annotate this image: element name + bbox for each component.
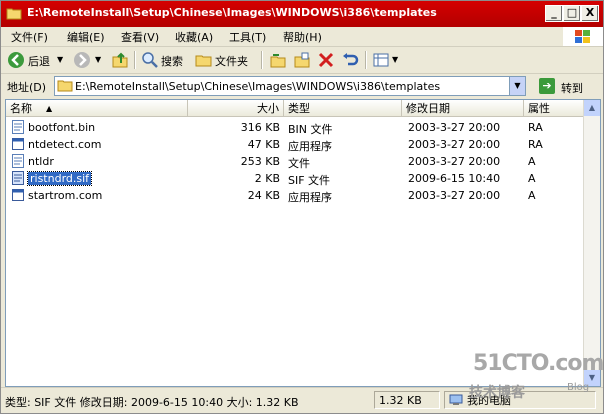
title-bar[interactable]: E:\RemoteInstall\Setup\Chinese\Images\WI… <box>1 1 603 27</box>
vertical-scrollbar[interactable]: ▲ ▼ <box>583 100 600 386</box>
search-icon[interactable] <box>141 51 159 69</box>
copy-to-icon[interactable] <box>293 51 311 69</box>
file-icon <box>12 171 24 185</box>
windows-logo-icon <box>563 27 603 46</box>
watermark-site: 51CTO.com <box>473 351 604 376</box>
menu-help[interactable]: 帮助(H) <box>283 29 322 45</box>
address-value: E:\RemoteInstall\Setup\Chinese\Images\WI… <box>75 80 441 93</box>
file-attr: RA <box>528 121 543 134</box>
back-arrow-icon[interactable] <box>7 51 25 69</box>
file-modified: 2003-3-27 20:00 <box>408 155 501 168</box>
file-type: SIF 文件 <box>288 174 331 187</box>
file-size: 2 KB <box>254 172 280 185</box>
go-arrow-icon: ➔ <box>539 78 555 94</box>
back-dropdown-icon[interactable]: ▼ <box>57 55 63 64</box>
folders-button[interactable]: 文件夹 <box>215 53 248 69</box>
close-button[interactable]: X <box>581 5 599 22</box>
folder-icon <box>6 8 22 20</box>
file-name: bootfont.bin <box>28 121 96 134</box>
toolbar-separator <box>261 51 263 69</box>
file-icon <box>12 154 24 168</box>
toolbar-separator <box>365 51 367 69</box>
column-header-modified[interactable]: 修改日期 <box>402 100 524 117</box>
menu-edit[interactable]: 编辑(E) <box>67 29 105 45</box>
file-type: BIN 文件 <box>288 123 333 136</box>
application-icon <box>12 138 24 150</box>
up-folder-icon[interactable] <box>111 51 129 69</box>
views-icon[interactable] <box>372 51 390 69</box>
go-button[interactable]: ➔ 转到 <box>537 76 597 95</box>
folder-icon <box>57 80 73 92</box>
file-row[interactable]: bootfont.bin 316 KB BIN 文件 2003-3-27 20:… <box>6 119 586 136</box>
scroll-up-icon[interactable]: ▲ <box>584 100 600 116</box>
file-attr: A <box>528 189 536 202</box>
watermark-blog: Blog <box>567 382 590 393</box>
go-label: 转到 <box>561 82 583 95</box>
file-name: ntldr <box>28 155 54 168</box>
file-attr: RA <box>528 138 543 151</box>
window-title: E:\RemoteInstall\Setup\Chinese\Images\WI… <box>27 6 437 19</box>
sort-ascending-icon: ▲ <box>46 104 53 113</box>
minimize-button[interactable]: _ <box>545 5 563 22</box>
column-header-attributes[interactable]: 属性 <box>524 100 584 117</box>
file-attr: A <box>528 155 536 168</box>
file-type: 应用程序 <box>288 140 332 153</box>
file-modified: 2003-3-27 20:00 <box>408 189 501 202</box>
address-label: 地址(D) <box>7 81 47 94</box>
computer-icon <box>449 394 463 405</box>
file-type: 文件 <box>288 157 310 170</box>
menu-favorites[interactable]: 收藏(A) <box>175 29 213 45</box>
menu-view[interactable]: 查看(V) <box>121 29 159 45</box>
file-name: startrom.com <box>28 189 103 202</box>
move-to-icon[interactable] <box>269 51 287 69</box>
status-text: 类型: SIF 文件 修改日期: 2009-6-15 10:40 大小: 1.3… <box>5 396 299 409</box>
file-name: ristndrd.sif <box>26 171 93 186</box>
file-icon <box>12 120 24 134</box>
menu-bar: 文件(F) 编辑(E) 查看(V) 收藏(A) 工具(T) 帮助(H) <box>1 27 603 47</box>
toolbar-separator <box>134 51 136 69</box>
file-row[interactable]: startrom.com 24 KB 应用程序 2003-3-27 20:00 … <box>6 187 586 204</box>
search-button[interactable]: 搜索 <box>161 53 183 69</box>
watermark-slogan: 技术博客 <box>469 385 525 401</box>
file-size: 24 KB <box>247 189 280 202</box>
file-attr: A <box>528 172 536 185</box>
application-icon <box>12 189 24 201</box>
back-button[interactable]: 后退 <box>28 53 50 69</box>
file-row-selected[interactable]: ristndrd.sif 2 KB SIF 文件 2009-6-15 10:40… <box>6 170 586 187</box>
file-name: ntdetect.com <box>28 138 102 151</box>
column-header-name[interactable]: 名称 ▲ <box>6 100 188 117</box>
column-header-type[interactable]: 类型 <box>284 100 402 117</box>
toolbar: 后退 ▼ ▼ 搜索 文件夹 ▼ <box>1 47 603 74</box>
status-size: 1.32 KB <box>374 391 440 409</box>
address-bar: 地址(D) E:\RemoteInstall\Setup\Chinese\Ima… <box>1 74 603 98</box>
file-row[interactable]: ntdetect.com 47 KB 应用程序 2003-3-27 20:00 … <box>6 136 586 153</box>
folders-icon[interactable] <box>195 51 213 69</box>
maximize-button[interactable]: □ <box>563 5 581 22</box>
file-type: 应用程序 <box>288 191 332 204</box>
file-row[interactable]: ntldr 253 KB 文件 2003-3-27 20:00 A <box>6 153 586 170</box>
file-size: 47 KB <box>247 138 280 151</box>
file-modified: 2003-3-27 20:00 <box>408 138 501 151</box>
address-dropdown-icon[interactable]: ▼ <box>509 77 525 95</box>
menu-file[interactable]: 文件(F) <box>11 29 48 45</box>
delete-icon[interactable] <box>317 51 335 69</box>
file-size: 316 KB <box>240 121 280 134</box>
file-modified: 2003-3-27 20:00 <box>408 121 501 134</box>
column-header-size[interactable]: 大小 <box>188 100 284 117</box>
address-input[interactable]: E:\RemoteInstall\Setup\Chinese\Images\WI… <box>54 76 526 96</box>
undo-icon[interactable] <box>341 51 359 69</box>
file-size: 253 KB <box>240 155 280 168</box>
menu-tools[interactable]: 工具(T) <box>229 29 266 45</box>
explorer-window: E:\RemoteInstall\Setup\Chinese\Images\WI… <box>0 0 604 414</box>
forward-dropdown-icon[interactable]: ▼ <box>95 55 101 64</box>
file-list[interactable]: 名称 ▲ 大小 类型 修改日期 属性 bootfont.bin 316 KB B… <box>5 99 601 387</box>
views-dropdown-icon[interactable]: ▼ <box>392 55 398 64</box>
forward-arrow-icon[interactable] <box>73 51 91 69</box>
file-modified: 2009-6-15 10:40 <box>408 172 501 185</box>
